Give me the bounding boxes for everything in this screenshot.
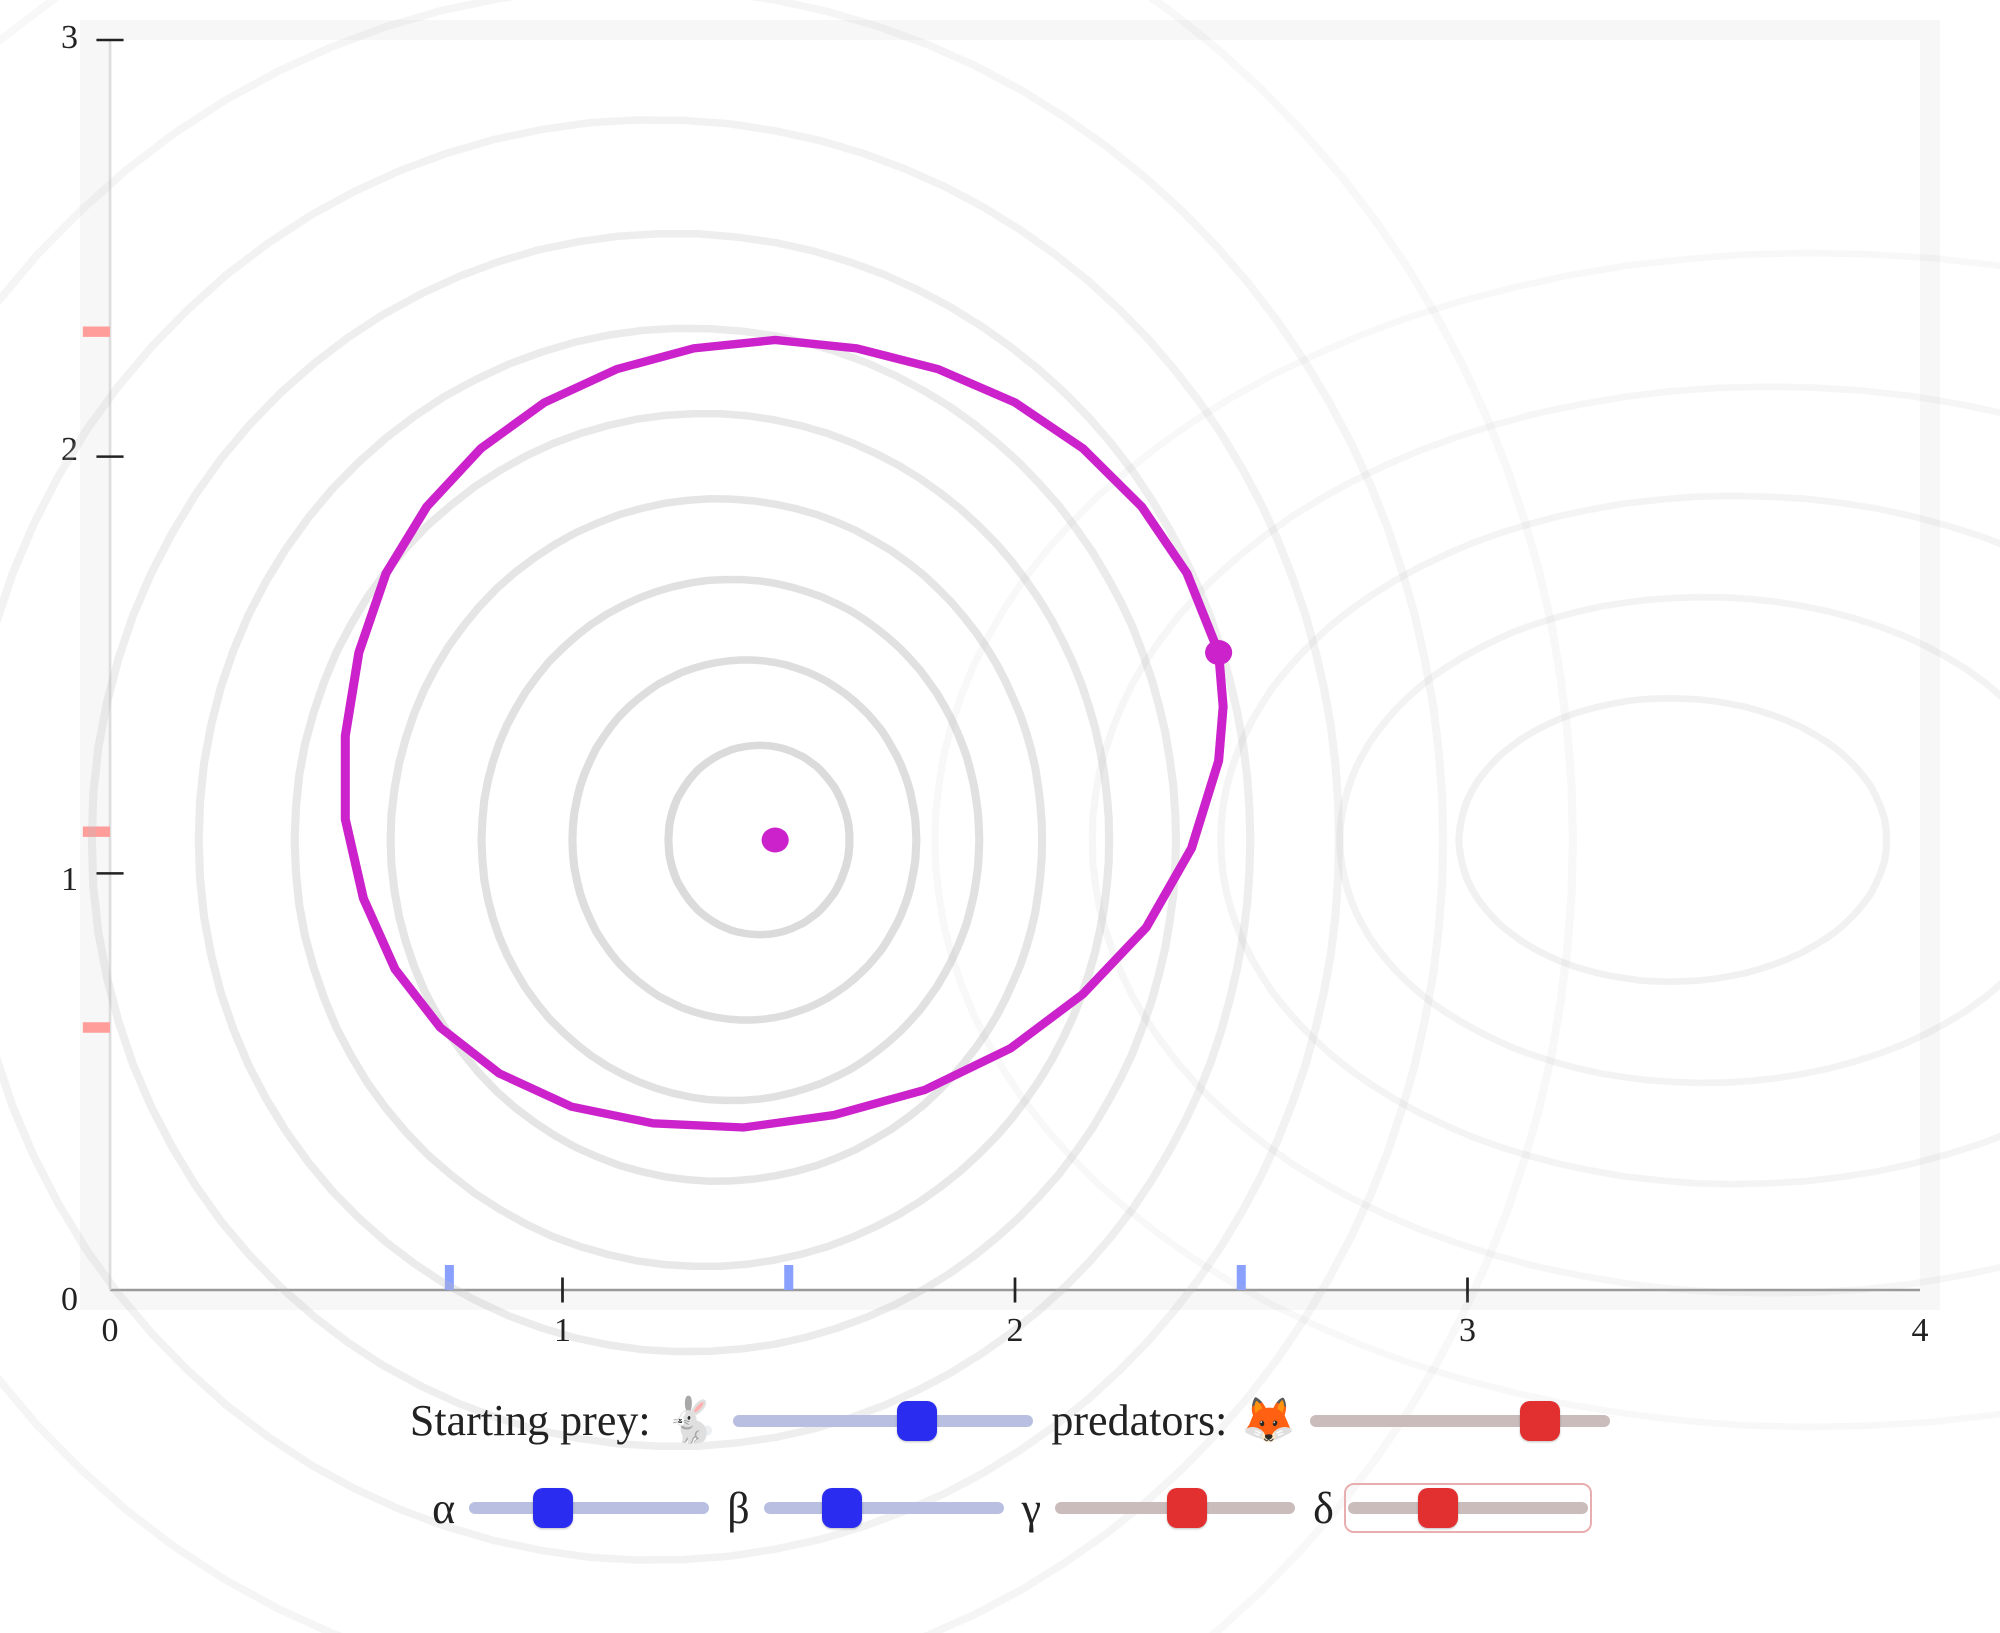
- gamma-control: γ: [1022, 1478, 1295, 1540]
- delta-label: δ: [1313, 1478, 1334, 1540]
- rabbit-icon: 🐇: [665, 1399, 720, 1443]
- y-tick-1: 1: [61, 861, 78, 899]
- beta-slider[interactable]: [764, 1487, 1004, 1529]
- starting-predators-label: predators:: [1051, 1390, 1227, 1452]
- highlighted-orbit: [345, 340, 1223, 1128]
- starting-prey-slider[interactable]: [733, 1400, 1033, 1442]
- starting-predators-slider[interactable]: [1310, 1400, 1610, 1442]
- beta-label: β: [727, 1478, 749, 1540]
- beta-control: β: [727, 1478, 1003, 1540]
- gamma-slider[interactable]: [1055, 1487, 1295, 1529]
- controls-panel: Starting prey: 🐇 predators: 🦊 α: [80, 1380, 1940, 1565]
- alpha-label: α: [432, 1478, 455, 1540]
- plot-frame: [80, 20, 1940, 1310]
- delta-control: δ: [1313, 1478, 1588, 1540]
- x-tick-0: 0: [102, 1312, 119, 1350]
- initial-point: [1205, 640, 1232, 665]
- alpha-control: α: [432, 1478, 709, 1540]
- app-frame: 0 1 2 3: [0, 0, 2000, 1633]
- gamma-label: γ: [1022, 1478, 1041, 1540]
- delta-slider[interactable]: [1348, 1487, 1588, 1529]
- fox-icon: 🦊: [1241, 1399, 1296, 1443]
- controls-row-1: Starting prey: 🐇 predators: 🦊: [80, 1390, 1940, 1452]
- alpha-slider[interactable]: [469, 1487, 709, 1529]
- y-tick-3: 3: [61, 19, 78, 57]
- x-tick-1: 1: [554, 1312, 571, 1350]
- x-tick-2: 2: [1007, 1312, 1024, 1350]
- starting-prey-label: Starting prey:: [410, 1390, 651, 1452]
- equilibrium-point: [762, 828, 789, 853]
- plot-area[interactable]: [110, 40, 1920, 1290]
- x-axis-labels: 0 1 2 3 4: [80, 1312, 1940, 1362]
- y-axis-labels: 0 1 2 3: [38, 20, 78, 1310]
- y-tick-0: 0: [61, 1281, 78, 1319]
- x-tick-4: 4: [1912, 1312, 1929, 1350]
- x-tick-3: 3: [1459, 1312, 1476, 1350]
- starting-prey-control: Starting prey: 🐇: [410, 1390, 1034, 1452]
- phase-portrait-svg: [110, 40, 1920, 1290]
- controls-row-2: α β γ δ: [80, 1478, 1940, 1540]
- starting-predators-control: predators: 🦊: [1051, 1390, 1610, 1452]
- x-minor-ticks-blue: [449, 1265, 1241, 1290]
